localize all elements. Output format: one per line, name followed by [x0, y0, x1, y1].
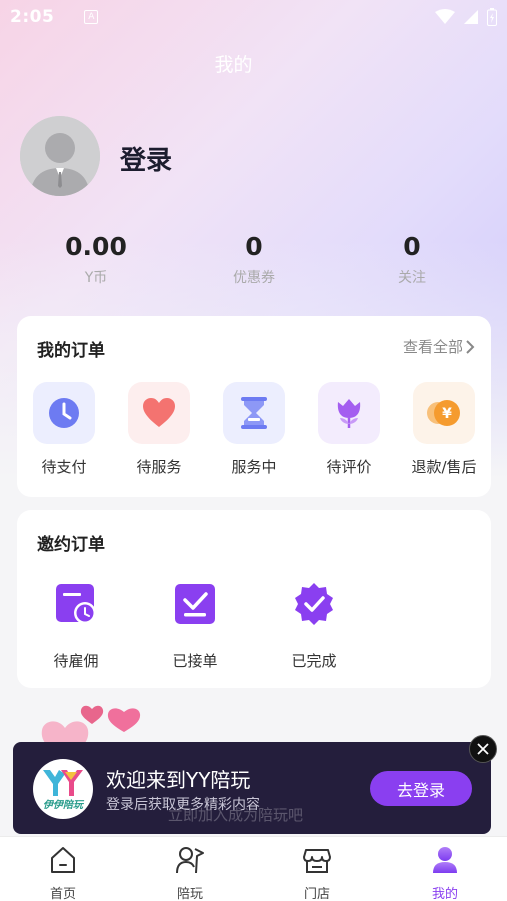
stat-coupons[interactable]: 0 优惠券: [184, 232, 324, 287]
wifi-icon: [435, 9, 455, 24]
status-icons: [435, 8, 497, 26]
view-all-label: 查看全部: [402, 338, 463, 356]
invite-orders-title: 邀约订单: [37, 535, 105, 555]
tab-label: 陪玩: [176, 887, 203, 901]
clock-icon: [49, 398, 79, 428]
stat-label: Y币: [84, 270, 108, 286]
my-orders-title: 我的订单: [37, 341, 105, 361]
order-label: 待服务: [136, 458, 182, 476]
view-all-orders-link[interactable]: 查看全部: [403, 336, 475, 357]
calendar-clock-icon: [56, 584, 96, 624]
default-avatar-icon: [20, 116, 100, 196]
home-icon: [51, 847, 75, 873]
order-tile: [318, 382, 380, 444]
stat-y-coin[interactable]: 0.00 Y币: [26, 232, 166, 287]
banner-title: 欢迎来到YY陪玩: [106, 768, 251, 792]
banner-subtitle: 登录后获取更多精彩内容: [106, 797, 260, 813]
stat-value: 0.00: [65, 232, 127, 261]
login-banner: 立即加入成为陪玩吧 伊伊陪玩 欢迎来到YY陪玩 登录后获取更多精彩内容 去登录: [13, 742, 491, 834]
order-pending-service[interactable]: 待服务: [119, 382, 199, 477]
stat-label: 优惠券: [233, 270, 275, 286]
signal-icon: [464, 10, 478, 24]
stat-value: 0: [403, 232, 421, 261]
invite-label: 已接单: [172, 652, 218, 670]
stat-following[interactable]: 0 关注: [342, 232, 482, 287]
tab-home[interactable]: 首页: [23, 845, 103, 901]
app-logo-text: 伊伊陪玩: [43, 799, 83, 811]
stats-row: 0.00 Y币 0 优惠券 0 关注: [0, 232, 507, 294]
yy-logo-icon: [43, 769, 83, 796]
order-label: 服务中: [231, 458, 277, 476]
order-in-service[interactable]: 服务中: [214, 382, 294, 477]
invite-orders-card: 邀约订单 待雇佣 已接单 已完成: [17, 510, 491, 688]
chevron-right-icon: [466, 339, 475, 354]
tab-label: 我的: [431, 887, 458, 901]
stat-label: 关注: [398, 270, 426, 286]
status-time: 2:05: [10, 7, 55, 27]
flower-icon: [337, 399, 361, 428]
tab-store[interactable]: 门店: [277, 845, 357, 901]
battery-icon: [487, 8, 497, 26]
go-login-button[interactable]: 去登录: [370, 771, 472, 806]
order-label: 待支付: [41, 458, 87, 476]
profile-icon: [433, 847, 457, 873]
invite-pending-hire[interactable]: 待雇佣: [26, 582, 126, 671]
coin-text: ¥: [442, 406, 452, 422]
tab-label: 门店: [303, 887, 330, 901]
order-tile: [223, 382, 285, 444]
heart-icon: [143, 398, 175, 427]
my-orders-card: 我的订单 查看全部 待支付 待服务 服务中 待评价 ¥ 退款/售后: [17, 316, 491, 497]
page-title: 我的: [214, 54, 253, 76]
login-link[interactable]: 登录: [120, 140, 172, 177]
avatar[interactable]: [20, 116, 100, 196]
hourglass-icon: [241, 397, 267, 429]
companion-icon: [176, 847, 204, 874]
order-refund-aftersale[interactable]: ¥ 退款/售后: [404, 382, 484, 477]
notification-a-icon: A: [84, 10, 99, 24]
invite-label: 已完成: [291, 652, 337, 670]
order-tile: ¥: [413, 382, 475, 444]
tab-label: 首页: [49, 887, 76, 901]
verified-badge-icon: [295, 583, 333, 625]
check-box-icon: [175, 584, 215, 624]
bottom-tab-bar: 首页 陪玩 门店 我的: [0, 836, 507, 901]
store-icon: [303, 849, 331, 873]
order-tile: [33, 382, 95, 444]
app-logo: 伊伊陪玩: [33, 759, 93, 819]
order-pending-review[interactable]: 待评价: [309, 382, 389, 477]
invite-completed[interactable]: 已完成: [264, 582, 364, 671]
invite-accepted[interactable]: 已接单: [145, 582, 245, 671]
tab-profile[interactable]: 我的: [405, 845, 485, 901]
invite-label: 待雇佣: [53, 652, 99, 670]
order-label: 待评价: [326, 458, 372, 476]
stat-value: 0: [245, 232, 263, 261]
close-icon: [477, 743, 489, 755]
tab-companion[interactable]: 陪玩: [150, 845, 230, 901]
status-bar: 2:05 A: [0, 0, 507, 34]
order-label: 退款/售后: [411, 458, 477, 476]
yuan-coin-icon: ¥: [427, 400, 460, 426]
close-banner-button[interactable]: [469, 735, 497, 763]
order-tile: [128, 382, 190, 444]
order-pending-payment[interactable]: 待支付: [24, 382, 104, 477]
